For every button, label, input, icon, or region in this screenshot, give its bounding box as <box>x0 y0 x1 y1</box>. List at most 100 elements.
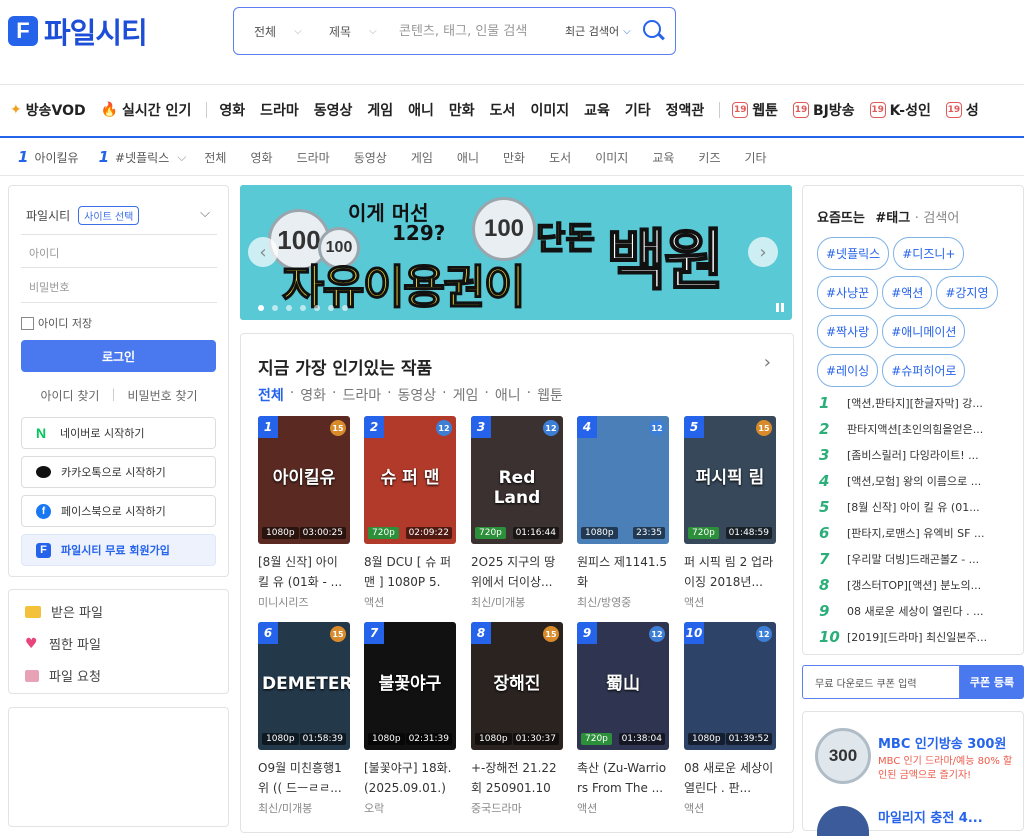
site-logo[interactable]: F 파일시티 <box>8 12 178 50</box>
find-id-link[interactable]: 아이디 찾기 <box>40 387 99 404</box>
save-id-checkbox[interactable]: 아이디 저장 <box>21 315 92 331</box>
ranking-tag[interactable]: 1 #넷플릭스 ⌵ <box>99 148 187 166</box>
thumbnail[interactable]: 4 12 1080p 23:35 <box>577 416 669 544</box>
subnav-education[interactable]: 교육 <box>652 149 674 166</box>
subnav-game[interactable]: 게임 <box>411 149 433 166</box>
nav-item-movie[interactable]: 영화 <box>219 100 245 120</box>
category-tab[interactable]: 게임 <box>453 385 479 405</box>
content-title[interactable]: 원피스 제1141.5화 <box>577 552 669 592</box>
content-card[interactable]: 4 12 1080p 23:35 원피스 제1141.5화 최신/방영중 <box>577 416 669 610</box>
find-password-link[interactable]: 비밀번호 찾기 <box>128 387 198 404</box>
subnav-all[interactable]: 전체 <box>204 149 226 166</box>
promo-banner[interactable]: 100 100 100 이게 머선 129? 단돈 자유이용권이 백원 ‹ › <box>240 185 792 320</box>
subnav-image[interactable]: 이미지 <box>595 149 628 166</box>
pagination-dot[interactable] <box>286 305 292 311</box>
ranking-item[interactable]: 3 [좀비스릴러] 다잉라이트! ... <box>819 442 1019 468</box>
thumbnail[interactable]: 7 불꽃야구 1080p 02:31:39 <box>364 622 456 750</box>
trending-tag-tab[interactable]: #태그 <box>875 211 910 226</box>
search-icon[interactable] <box>642 20 665 42</box>
chevron-down-icon[interactable]: ⌵ <box>200 206 210 221</box>
search-field-select[interactable]: 제목 ⌵ <box>309 23 389 40</box>
content-card[interactable]: 6 15 DEMETER 1080p 01:58:39 O9월 미친흥행1위 (( 드ㅡㄹ… <box>258 622 350 816</box>
site-selector[interactable]: 파일시티 사이트 선택 <box>26 206 140 225</box>
recent-search-toggle[interactable]: 최근 검색어 ⌵ <box>565 23 631 39</box>
pagination-dot[interactable] <box>272 305 278 311</box>
subnav-video[interactable]: 동영상 <box>354 149 387 166</box>
chevron-down-icon[interactable]: ⌵ <box>177 150 186 165</box>
content-card[interactable]: 10 12 1080p 01:39:52 08 새로운 세상이 열린다 . 판... 액션 <box>684 622 776 816</box>
login-button[interactable]: 로그인 <box>21 340 216 372</box>
thumbnail[interactable]: 6 15 DEMETER 1080p 01:58:39 <box>258 622 350 750</box>
thumbnail[interactable]: 9 12 蜀山 720p 01:38:04 <box>577 622 669 750</box>
pagination-dot[interactable] <box>258 305 264 311</box>
content-title[interactable]: 8월 DCU [ 슈 퍼 맨 ] 1080P 5.1... <box>364 552 456 592</box>
category-tab[interactable]: 애니 <box>495 385 521 405</box>
content-card[interactable]: 3 12 Red Land 720p 01:16:44 2O25 지구의 땅 위에서 더이… <box>471 416 563 610</box>
category-tab[interactable]: 드라마 <box>342 385 381 405</box>
hashtag[interactable]: #사냥꾼 <box>817 276 879 309</box>
received-files-link[interactable]: 받은 파일 <box>25 602 103 621</box>
category-tab[interactable]: 동영상 <box>398 385 437 405</box>
liked-files-link[interactable]: ♥ 찜한 파일 <box>25 634 101 654</box>
thumbnail[interactable]: 8 15 장해진 1080p 01:30:37 <box>471 622 563 750</box>
pagination-dot[interactable] <box>342 305 348 311</box>
content-title[interactable]: O9월 미친흥행1위 (( 드ㅡㄹㄹ... <box>258 758 350 798</box>
thumbnail[interactable]: 10 12 1080p 01:39:52 <box>684 622 776 750</box>
search-input[interactable] <box>399 23 559 39</box>
nav-item-anime[interactable]: 애니 <box>408 100 434 120</box>
trending-search-tab[interactable]: 검색어 <box>923 211 959 226</box>
hashtag[interactable]: #강지영 <box>936 276 998 309</box>
nav-item-game[interactable]: 게임 <box>367 100 393 120</box>
content-title[interactable]: +-장해전 21.22회 250901.108... <box>471 758 563 798</box>
coupon-input[interactable]: 무료 다운로드 쿠폰 입력 <box>802 665 960 699</box>
nav-item-education[interactable]: 교육 <box>584 100 610 120</box>
ranking-item[interactable]: 7 [우리말 더빙]드래곤볼Z - ... <box>819 546 1019 572</box>
subnav-drama[interactable]: 드라마 <box>297 149 330 166</box>
search-scope-select[interactable]: 전체 ⌵ <box>234 23 309 40</box>
content-title[interactable]: 2O25 지구의 땅 위에서 더이상... <box>471 552 563 592</box>
subnav-kids[interactable]: 키즈 <box>698 149 720 166</box>
subnav-etc[interactable]: 기타 <box>745 149 767 166</box>
subnav-comic[interactable]: 만화 <box>503 149 525 166</box>
ranking-item[interactable]: 10 [2019][드라마] 최신일본주... <box>819 624 1019 650</box>
nav-item-bj[interactable]: 19 BJ방송 <box>793 100 855 120</box>
content-card[interactable]: 5 15 퍼시픽 림 720p 01:48:59 퍼 시픽 림 2 업라이징 2018년.… <box>684 416 776 610</box>
hashtag[interactable]: #디즈니+ <box>893 237 965 270</box>
file-request-link[interactable]: 파일 요청 <box>25 666 101 685</box>
facebook-login-button[interactable]: f 페이스북으로 시작하기 <box>21 495 216 527</box>
content-title[interactable]: 08 새로운 세상이 열린다 . 판... <box>684 758 776 798</box>
ranking-item[interactable]: 2 판타지액션[초인의힘을얻은... <box>819 416 1019 442</box>
hashtag[interactable]: #넷플릭스 <box>817 237 890 270</box>
thumbnail[interactable]: 1 15 아이킬유 1080p 03:00:25 <box>258 416 350 544</box>
nav-item-realtime[interactable]: 🔥 실시간 인기 <box>101 100 192 120</box>
nav-item-flat-rate[interactable]: 정액관 <box>666 100 705 120</box>
nav-item-broadcast-vod[interactable]: ✦ 방송VOD <box>10 100 86 120</box>
chevron-right-icon[interactable]: › <box>764 352 771 373</box>
category-tab[interactable]: 영화 <box>300 385 326 405</box>
hashtag[interactable]: #슈퍼히어로 <box>882 354 966 387</box>
nav-item-drama[interactable]: 드라마 <box>260 100 299 120</box>
category-tab[interactable]: 전체 <box>258 385 284 405</box>
hashtag[interactable]: #짝사랑 <box>817 315 879 348</box>
chevron-left-icon[interactable]: ‹ <box>248 237 278 267</box>
content-title[interactable]: [불꽃야구] 18화. (2025.09.01.) ... <box>364 758 456 798</box>
ranking-item[interactable]: 5 [8월 신작] 아이 킬 유 (01... <box>819 494 1019 520</box>
content-title[interactable]: 촉산 (Zu-Warriors From The ... <box>577 758 669 798</box>
subnav-anime[interactable]: 애니 <box>457 149 479 166</box>
ranking-item[interactable]: 6 [판타지,로맨스] 유엑비 SF ... <box>819 520 1019 546</box>
join-button[interactable]: F 파일시티 무료 회원가입 <box>21 534 216 566</box>
subnav-book[interactable]: 도서 <box>549 149 571 166</box>
ranking-item[interactable]: 4 [액션,모험] 왕의 이름으로 ... <box>819 468 1019 494</box>
content-card[interactable]: 9 12 蜀山 720p 01:38:04 촉산 (Zu-Warriors From Th… <box>577 622 669 816</box>
ranking-item[interactable]: 9 08 새로운 세상이 열린다 . ... <box>819 598 1019 624</box>
thumbnail[interactable]: 3 12 Red Land 720p 01:16:44 <box>471 416 563 544</box>
pause-icon[interactable] <box>776 303 784 312</box>
chevron-right-icon[interactable]: › <box>748 237 778 267</box>
nav-item-adult[interactable]: 19 성 <box>945 100 979 120</box>
content-card[interactable]: 8 15 장해진 1080p 01:30:37 +-장해전 21.22회 250901.1… <box>471 622 563 816</box>
ranking-keyword[interactable]: 1 아이킬유 <box>18 148 79 166</box>
kakao-login-button[interactable]: 카카오톡으로 시작하기 <box>21 456 216 488</box>
naver-login-button[interactable]: N 네이버로 시작하기 <box>21 417 216 449</box>
nav-item-book[interactable]: 도서 <box>490 100 516 120</box>
hashtag[interactable]: #애니메이션 <box>882 315 966 348</box>
